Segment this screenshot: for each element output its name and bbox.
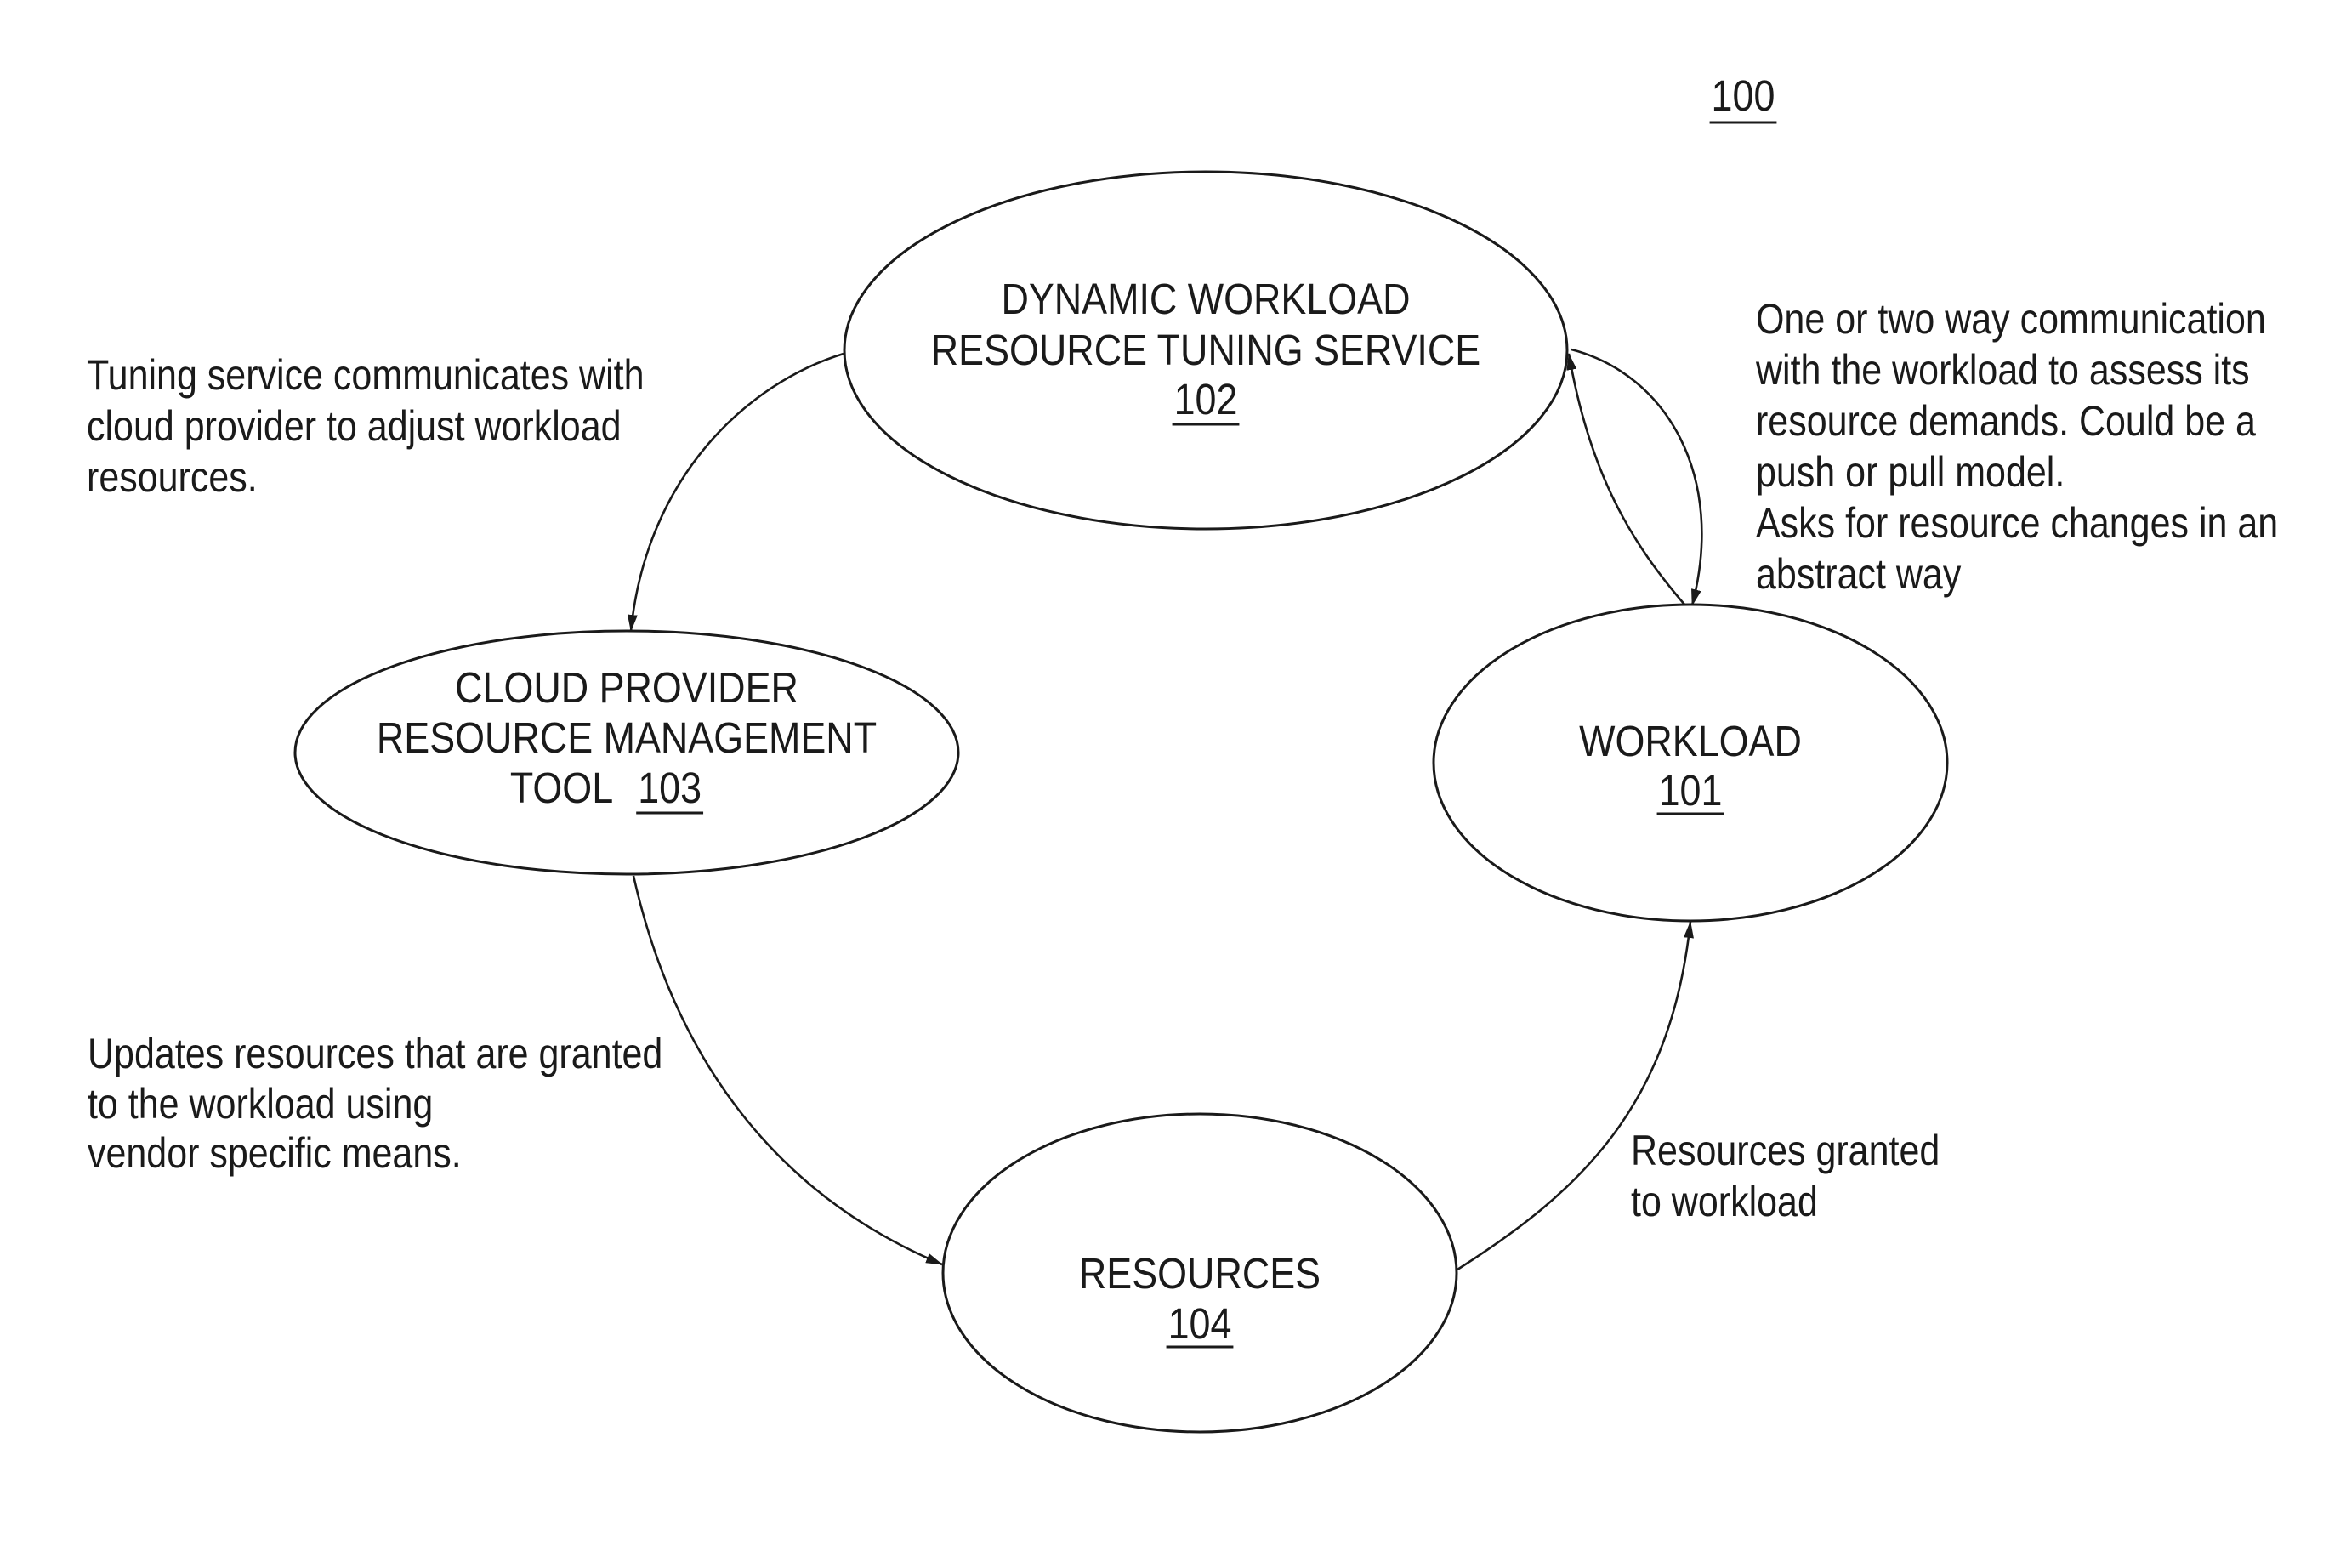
annotation-line: Updates resources that are granted bbox=[88, 1030, 662, 1077]
annotation-line: abstract way bbox=[1756, 550, 1962, 598]
edge-workload-to-tuning bbox=[1566, 353, 1686, 606]
annotation-line: resources. bbox=[87, 453, 258, 501]
edge-tuning-to-workload bbox=[1571, 348, 1703, 606]
annotation-line: Tuning service communicates with bbox=[87, 351, 645, 399]
edge-cloud-to-resources bbox=[632, 875, 943, 1266]
annotation-workload-communication: One or two way communication with the wo… bbox=[1755, 295, 2278, 598]
annotation-line: to workload bbox=[1631, 1178, 1818, 1225]
cloud-tool-title-line-1: CLOUD PROVIDER bbox=[455, 664, 798, 712]
annotation-line: One or two way communication bbox=[1756, 295, 2266, 343]
cloud-tool-ref: 103 bbox=[638, 764, 702, 812]
annotation-resources-to-workload: Resources granted to workload bbox=[1631, 1127, 1940, 1225]
annotation-tuning-to-cloud: Tuning service communicates with cloud p… bbox=[87, 351, 645, 501]
annotation-line: cloud provider to adjust workload bbox=[87, 402, 622, 450]
annotation-line: Asks for resource changes in an bbox=[1756, 499, 2278, 547]
diagram-canvas: 100 DYNAMIC WORKLOAD RESOURCE TUNING SER… bbox=[0, 0, 2346, 1568]
annotation-line: push or pull model. bbox=[1756, 448, 2065, 496]
figure-number: 100 bbox=[1712, 72, 1775, 120]
node-workload[interactable]: WORKLOAD 101 bbox=[1432, 603, 1949, 923]
cloud-tool-title-line-2: RESOURCE MANAGEMENT bbox=[377, 714, 877, 762]
workload-ref: 101 bbox=[1659, 767, 1723, 815]
annotation-line: to the workload using bbox=[88, 1080, 433, 1128]
annotation-line: vendor specific means. bbox=[88, 1129, 462, 1177]
figure-label: 100 bbox=[1709, 72, 1777, 124]
tuning-service-title-line-1: DYNAMIC WORKLOAD bbox=[1001, 276, 1410, 323]
edge-tuning-to-cloud bbox=[627, 352, 844, 632]
annotation-line: resource demands. Could be a bbox=[1756, 397, 2256, 445]
resources-title: RESOURCES bbox=[1079, 1250, 1321, 1298]
annotation-cloud-to-resources: Updates resources that are granted to th… bbox=[88, 1030, 662, 1177]
cloud-tool-title-line-3: TOOL bbox=[510, 764, 613, 812]
node-tuning-service[interactable]: DYNAMIC WORKLOAD RESOURCE TUNING SERVICE… bbox=[843, 170, 1569, 531]
tuning-service-ref: 102 bbox=[1174, 376, 1238, 423]
annotation-line: Resources granted bbox=[1631, 1127, 1940, 1174]
workload-title: WORKLOAD bbox=[1579, 718, 1802, 765]
node-cloud-tool[interactable]: CLOUD PROVIDER RESOURCE MANAGEMENT TOOL … bbox=[293, 629, 960, 876]
tuning-service-title-line-2: RESOURCE TUNING SERVICE bbox=[931, 327, 1480, 374]
resources-ref: 104 bbox=[1168, 1300, 1232, 1348]
node-resources[interactable]: RESOURCES 104 bbox=[941, 1112, 1458, 1434]
annotation-line: with the workload to assess its bbox=[1755, 346, 2250, 394]
